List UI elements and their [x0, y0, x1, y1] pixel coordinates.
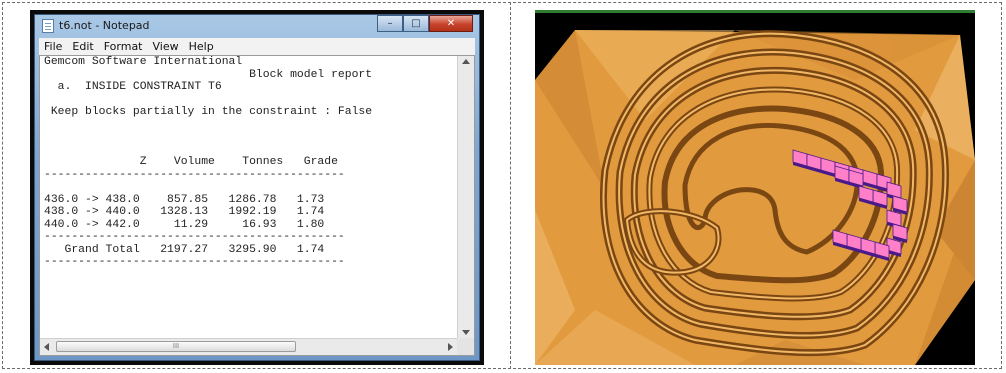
notepad-app-icon	[42, 19, 54, 33]
report-option: Keep blocks partially in the constraint …	[44, 106, 373, 118]
report-title-line: Block model report	[44, 68, 373, 81]
data-row: 440.0 -> 442.0 11.29 16.93 1.80	[44, 218, 325, 231]
view-top-bar	[535, 10, 975, 13]
scroll-left-arrow-icon[interactable]	[44, 343, 49, 351]
report-company: Gemcom Software International	[44, 56, 243, 68]
separator-line: ----------------------------------------…	[44, 168, 345, 181]
separator-line: ----------------------------------------…	[44, 256, 345, 268]
pit-3d-render	[535, 10, 975, 365]
separator-line: ----------------------------------------…	[44, 231, 345, 243]
menu-view[interactable]: View	[148, 38, 184, 55]
window-title: t6.not - Notepad	[59, 19, 150, 32]
scroll-down-arrow-icon[interactable]	[462, 330, 470, 335]
minimize-button[interactable]: –	[377, 15, 403, 32]
report-text[interactable]: Gemcom Software International Block mode…	[44, 56, 456, 337]
horizontal-scroll-thumb[interactable]: III	[56, 341, 296, 352]
close-button[interactable]: ✕	[429, 15, 473, 32]
notepad-window: t6.not - Notepad – □ ✕ File Edit Format …	[34, 14, 480, 361]
data-row: 436.0 -> 438.0 857.85 1286.78 1.73	[44, 193, 325, 206]
horizontal-scrollbar[interactable]: III	[40, 338, 457, 355]
vertical-scrollbar[interactable]	[457, 56, 474, 338]
menu-format[interactable]: Format	[99, 38, 148, 55]
scroll-up-arrow-icon[interactable]	[462, 59, 470, 64]
data-row: 438.0 -> 440.0 1328.13 1992.19 1.74	[44, 206, 325, 218]
caption-buttons: – □ ✕	[377, 15, 473, 32]
notepad-screenshot-frame: t6.not - Notepad – □ ✕ File Edit Format …	[30, 10, 484, 365]
menu-help[interactable]: Help	[184, 38, 219, 55]
minimize-icon: –	[387, 18, 393, 29]
menu-edit[interactable]: Edit	[67, 38, 98, 55]
menu-bar: File Edit Format View Help	[39, 38, 475, 56]
close-icon: ✕	[446, 18, 456, 29]
report-section: a. INSIDE CONSTRAINT T6	[44, 81, 222, 93]
figure-divider	[510, 2, 511, 369]
grand-total-row: Grand Total 2197.27 3295.90 1.74	[44, 243, 325, 256]
scroll-right-arrow-icon[interactable]	[448, 343, 453, 351]
text-editor-area[interactable]: Gemcom Software International Block mode…	[39, 55, 475, 356]
menu-file[interactable]: File	[39, 38, 67, 55]
maximize-button[interactable]: □	[403, 15, 429, 32]
column-header-row: Z Volume Tonnes Grade	[44, 156, 338, 168]
notepad-titlebar[interactable]: t6.not - Notepad – □ ✕	[35, 15, 479, 37]
pit-3d-view[interactable]	[535, 10, 975, 365]
maximize-icon: □	[411, 18, 421, 29]
scrollbar-corner	[457, 338, 474, 355]
